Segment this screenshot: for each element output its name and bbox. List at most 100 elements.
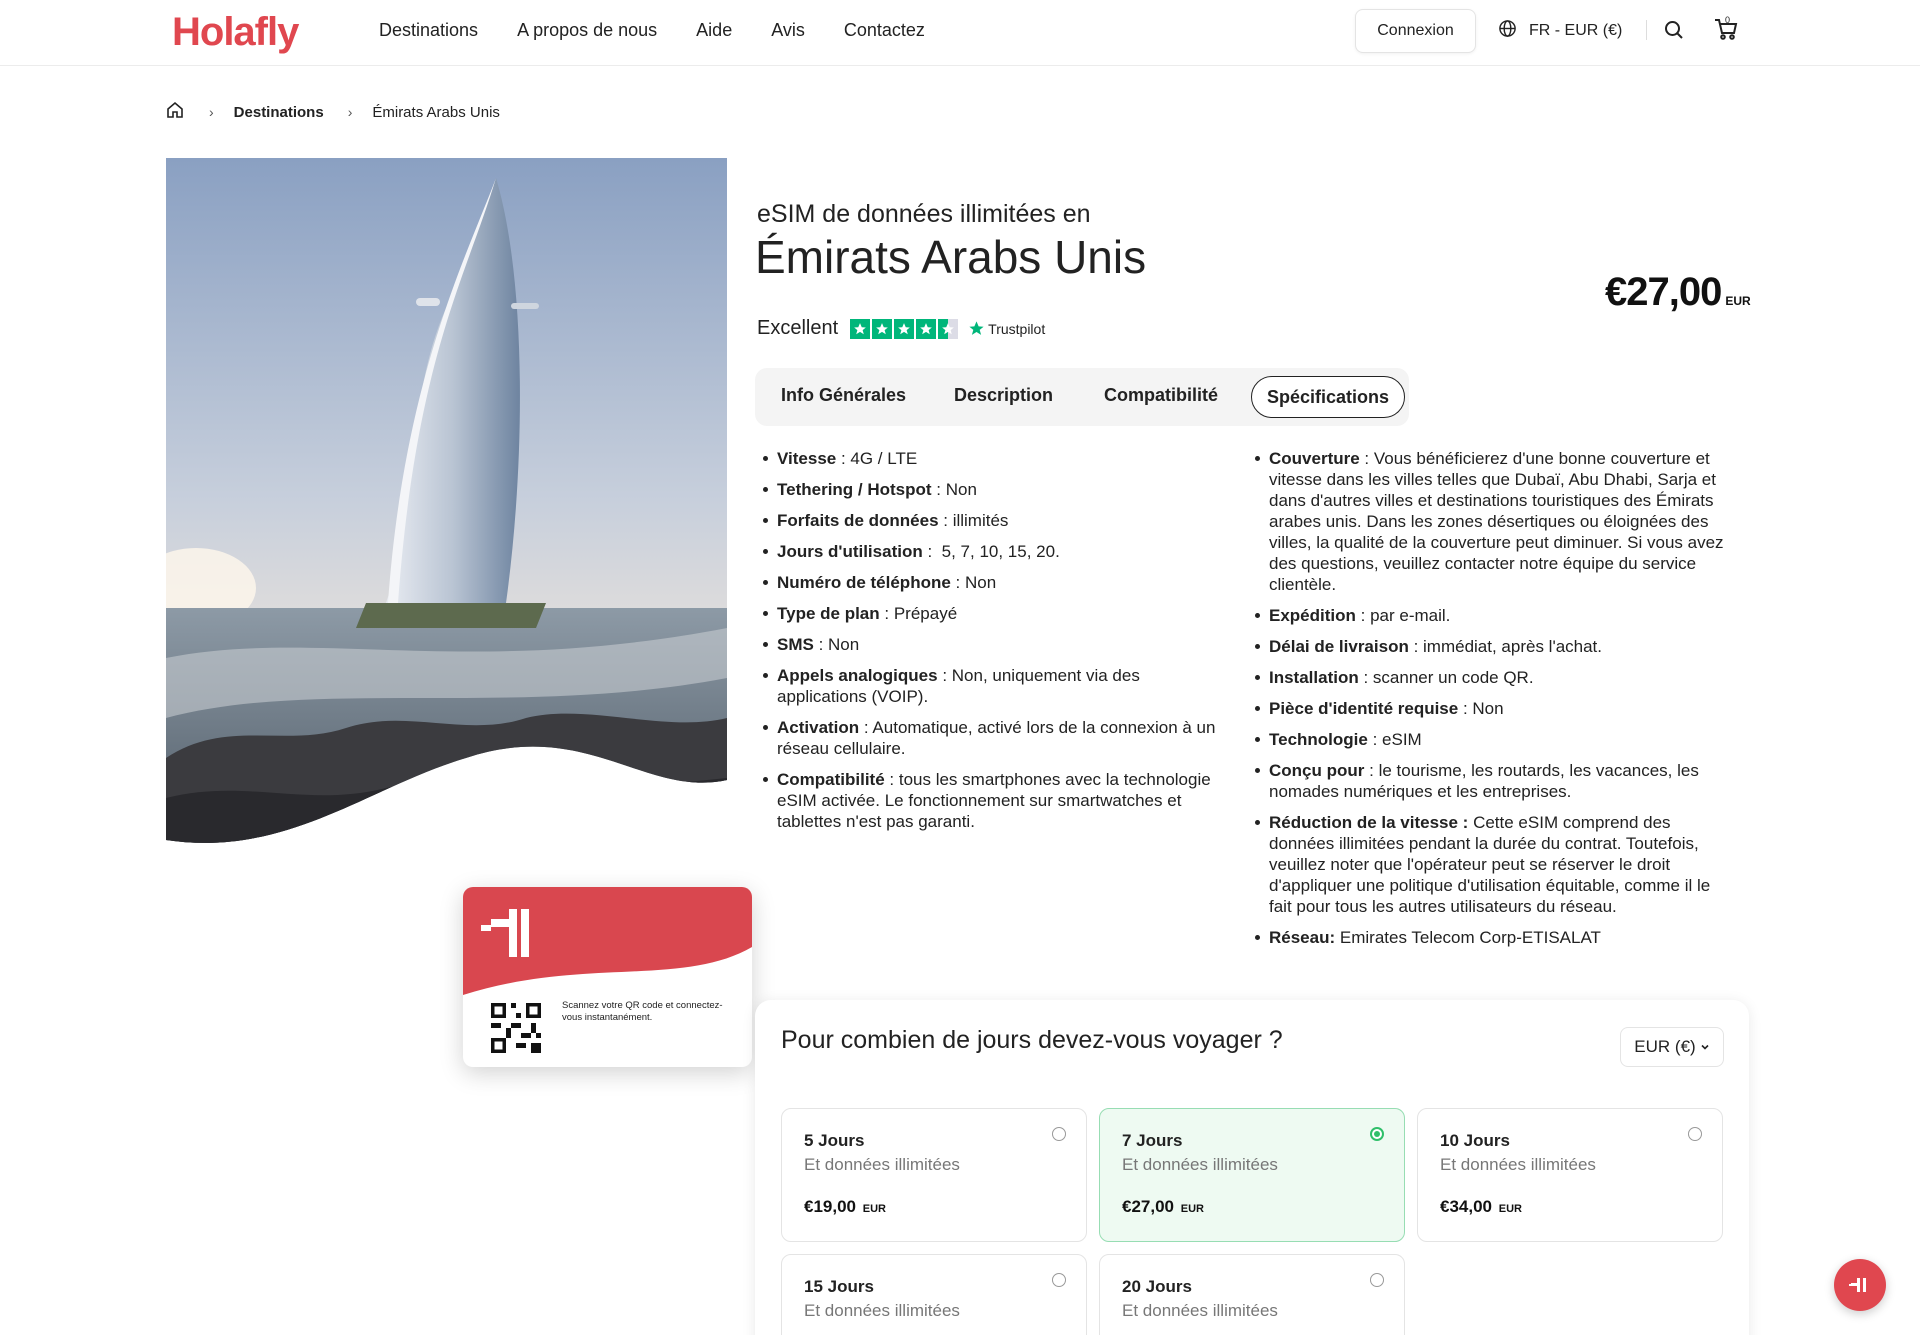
nav-about[interactable]: A propos de nous — [517, 20, 657, 41]
cart-count: 0 — [1725, 15, 1731, 25]
esim-card: Scannez votre QR code et connectez-vous … — [463, 887, 752, 1067]
trustpilot-rating[interactable]: Excellent Trustpilot — [757, 317, 1045, 340]
plan-option-20[interactable]: 20 Jours Et données illimitées — [1099, 1254, 1405, 1335]
tab-specifications[interactable]: Spécifications — [1251, 376, 1405, 418]
product-price: €27,00 EUR — [1605, 270, 1751, 315]
locale-selector[interactable]: FR - EUR (€) — [1498, 19, 1622, 43]
sim-card-caption: Scannez votre QR code et connectez-vous … — [562, 1000, 723, 1023]
spec-separator: : — [950, 573, 965, 592]
spec-value: 5, 7, 10, 15, 20. — [941, 542, 1060, 561]
plan-radio[interactable] — [1052, 1127, 1066, 1141]
spec-label: Technologie — [1269, 730, 1368, 749]
plan-subtitle: Et données illimitées — [1122, 1301, 1278, 1320]
spec-separator: : — [1367, 730, 1383, 749]
plan-radio-selected[interactable] — [1370, 1127, 1384, 1141]
spec-item: Conçu pour : le tourisme, les routards, … — [1254, 760, 1730, 802]
tab-compatibilite[interactable]: Compatibilité — [1104, 385, 1218, 406]
plan-price-value: €34,00 — [1440, 1197, 1492, 1216]
spec-value: illimités — [952, 511, 1009, 530]
spec-label: Tethering / Hotspot — [777, 480, 932, 499]
rating-stars — [850, 318, 959, 339]
star-icon — [894, 318, 915, 339]
plan-price-value: €27,00 — [1122, 1197, 1174, 1216]
spec-separator: : — [1355, 606, 1371, 625]
breadcrumb: › Destinations › Émirats Arabs Unis — [165, 100, 500, 124]
login-button[interactable]: Connexion — [1355, 9, 1476, 53]
spec-value: 4G / LTE — [850, 449, 918, 468]
plan-price-currency: EUR — [1498, 1203, 1522, 1215]
plan-subtitle: Et données illimitées — [804, 1155, 960, 1174]
star-icon — [916, 318, 937, 339]
spec-item: Forfaits de données : illimités — [762, 510, 1232, 531]
spec-item: Type de plan : Prépayé — [762, 603, 1232, 624]
spec-label: Expédition — [1269, 606, 1356, 625]
spec-item: Délai de livraison : immédiat, après l'a… — [1254, 636, 1730, 657]
chat-button[interactable] — [1834, 1259, 1886, 1311]
chevron-right-icon: › — [347, 104, 353, 120]
plan-subtitle: Et données illimitées — [1122, 1155, 1278, 1174]
spec-item: Appels analogiques : Non, uniquement via… — [762, 665, 1232, 707]
plan-option-7[interactable]: 7 Jours Et données illimitées €27,00 EUR — [1099, 1108, 1405, 1242]
site-header: Holafly Destinations A propos de nous Ai… — [0, 0, 1920, 66]
spec-label: Installation — [1269, 668, 1359, 687]
spec-label: SMS — [777, 635, 814, 654]
spec-label: Pièce d'identité requise — [1269, 699, 1459, 718]
currency-select[interactable]: EUR (€) — [1620, 1027, 1724, 1067]
plan-radio[interactable] — [1688, 1127, 1702, 1141]
spec-item: Couverture : Vous bénéficierez d'une bon… — [1254, 448, 1730, 595]
plan-price-currency: EUR — [862, 1203, 886, 1215]
plan-option-10[interactable]: 10 Jours Et données illimitées €34,00 EU… — [1417, 1108, 1723, 1242]
spec-item: Compatibilité : tous les smartphones ave… — [762, 769, 1232, 832]
nav-reviews[interactable]: Avis — [771, 20, 805, 41]
days-question: Pour combien de jours devez-vous voyager… — [781, 1026, 1283, 1054]
spec-label: Jours d'utilisation — [777, 542, 923, 561]
days-selector-panel: Pour combien de jours devez-vous voyager… — [755, 1000, 1749, 1335]
spec-item: Réseau: Emirates Telecom Corp-ETISALAT — [1254, 927, 1730, 948]
tab-description[interactable]: Description — [954, 385, 1053, 406]
trustpilot-logo: Trustpilot — [968, 320, 1045, 337]
holafly-logo[interactable]: Holafly — [172, 10, 299, 55]
spec-label: Réseau: — [1269, 928, 1336, 947]
specs-list-right: Couverture : Vous bénéficierez d'une bon… — [1254, 448, 1730, 958]
plan-option-15[interactable]: 15 Jours Et données illimitées — [781, 1254, 1087, 1335]
spec-separator: : — [859, 718, 873, 737]
plan-price-currency: EUR — [1180, 1203, 1204, 1215]
price-currency: EUR — [1725, 294, 1751, 308]
product-tabs: Info Générales Description Compatibilité… — [755, 368, 1409, 426]
plan-days: 5 Jours — [804, 1131, 865, 1150]
spec-value: par e-mail. — [1370, 606, 1451, 625]
plan-option-5[interactable]: 5 Jours Et données illimitées €19,00 EUR — [781, 1108, 1087, 1242]
spec-value: Non — [828, 635, 860, 654]
spec-item: Réduction de la vitesse : Cette eSIM com… — [1254, 812, 1730, 917]
plan-price: €19,00 EUR — [804, 1197, 886, 1217]
tab-info-generales[interactable]: Info Générales — [781, 385, 906, 406]
plan-price: €34,00 EUR — [1440, 1197, 1522, 1217]
spec-item: Tethering / Hotspot : Non — [762, 479, 1232, 500]
nav-contact[interactable]: Contactez — [844, 20, 925, 41]
breadcrumb-destinations[interactable]: Destinations — [234, 104, 324, 121]
plan-radio[interactable] — [1370, 1273, 1384, 1287]
spec-label: Appels analogiques — [777, 666, 938, 685]
product-image: Scannez votre QR code et connectez-vous … — [166, 158, 752, 1067]
plan-radio[interactable] — [1052, 1273, 1066, 1287]
nav-help[interactable]: Aide — [696, 20, 732, 41]
spec-value: scanner un code QR. — [1372, 668, 1534, 687]
nav-destinations[interactable]: Destinations — [379, 20, 478, 41]
rating-label: Excellent — [757, 317, 839, 339]
home-icon[interactable] — [165, 100, 185, 124]
spec-label: Compatibilité — [777, 770, 885, 789]
half-star-icon — [938, 318, 959, 339]
spec-value: Prépayé — [893, 604, 958, 623]
chevron-right-icon: › — [209, 104, 214, 120]
trustpilot-star-icon — [969, 321, 984, 335]
plan-days: 20 Jours — [1122, 1277, 1192, 1296]
search-icon[interactable] — [1664, 20, 1684, 45]
star-icon — [850, 318, 871, 339]
spec-separator: : — [1458, 699, 1473, 718]
spec-separator: : — [1359, 449, 1374, 468]
price-value: €27,00 — [1605, 270, 1722, 314]
spec-value: Vous bénéficierez d'une bonne couverture… — [1269, 449, 1724, 594]
spec-value: Emirates Telecom Corp-ETISALAT — [1339, 928, 1601, 947]
spec-value: Non — [964, 573, 997, 592]
globe-icon — [1498, 19, 1517, 43]
